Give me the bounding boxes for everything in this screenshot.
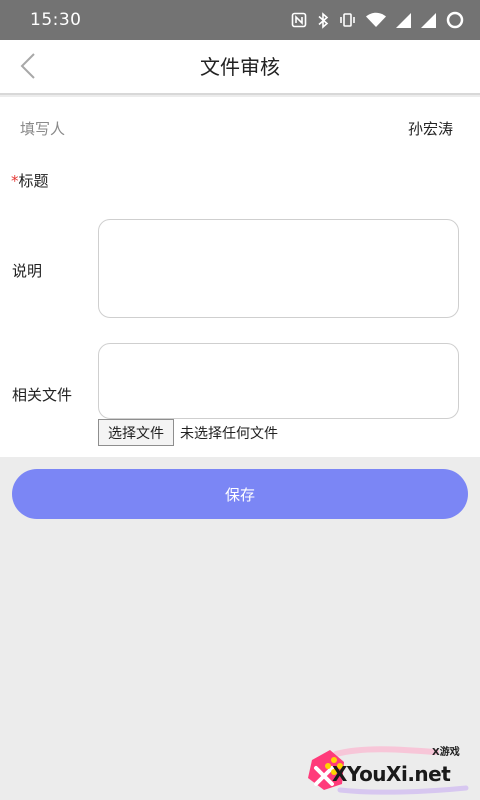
back-button[interactable] xyxy=(8,48,48,88)
file-picker: 选择文件 未选择任何文件 xyxy=(98,419,278,446)
watermark-text: XYouXi.net xyxy=(332,762,451,786)
nfc-icon xyxy=(291,12,307,28)
signal-icon-2 xyxy=(421,12,436,28)
battery-loading-icon xyxy=(446,11,464,29)
signal-icon xyxy=(396,12,411,28)
writer-value: 孙宏涛 xyxy=(407,120,453,138)
files-label: 相关文件 xyxy=(12,386,73,404)
writer-label: 填写人 xyxy=(20,120,66,138)
watermark: X游戏 XYouXi.net xyxy=(296,738,476,796)
nav-bar: 文件审核 xyxy=(0,40,480,95)
status-bar: 15:30 xyxy=(0,0,480,40)
chevron-left-icon xyxy=(19,52,37,84)
bluetooth-icon xyxy=(317,11,329,29)
description-textarea[interactable] xyxy=(98,219,459,318)
audit-form: 填写人 孙宏涛 *标题 说明 相关文件 选择文件 未选择任何文件 xyxy=(0,97,480,457)
title-label-text: 标题 xyxy=(18,172,49,190)
status-icons xyxy=(291,11,464,29)
status-time: 15:30 xyxy=(30,10,82,30)
vibrate-icon xyxy=(339,12,356,28)
required-mark: * xyxy=(11,172,19,190)
file-status: 未选择任何文件 xyxy=(180,425,278,442)
files-box[interactable] xyxy=(98,343,459,419)
writer-row: 填写人 孙宏涛 xyxy=(0,97,480,161)
title-label: *标题 xyxy=(11,170,49,191)
watermark-badge: X游戏 xyxy=(432,747,460,758)
choose-file-button[interactable]: 选择文件 xyxy=(98,419,174,446)
save-button[interactable]: 保存 xyxy=(12,469,468,519)
wifi-icon xyxy=(366,12,386,28)
description-label: 说明 xyxy=(12,262,43,280)
page-title: 文件审核 xyxy=(200,55,280,79)
